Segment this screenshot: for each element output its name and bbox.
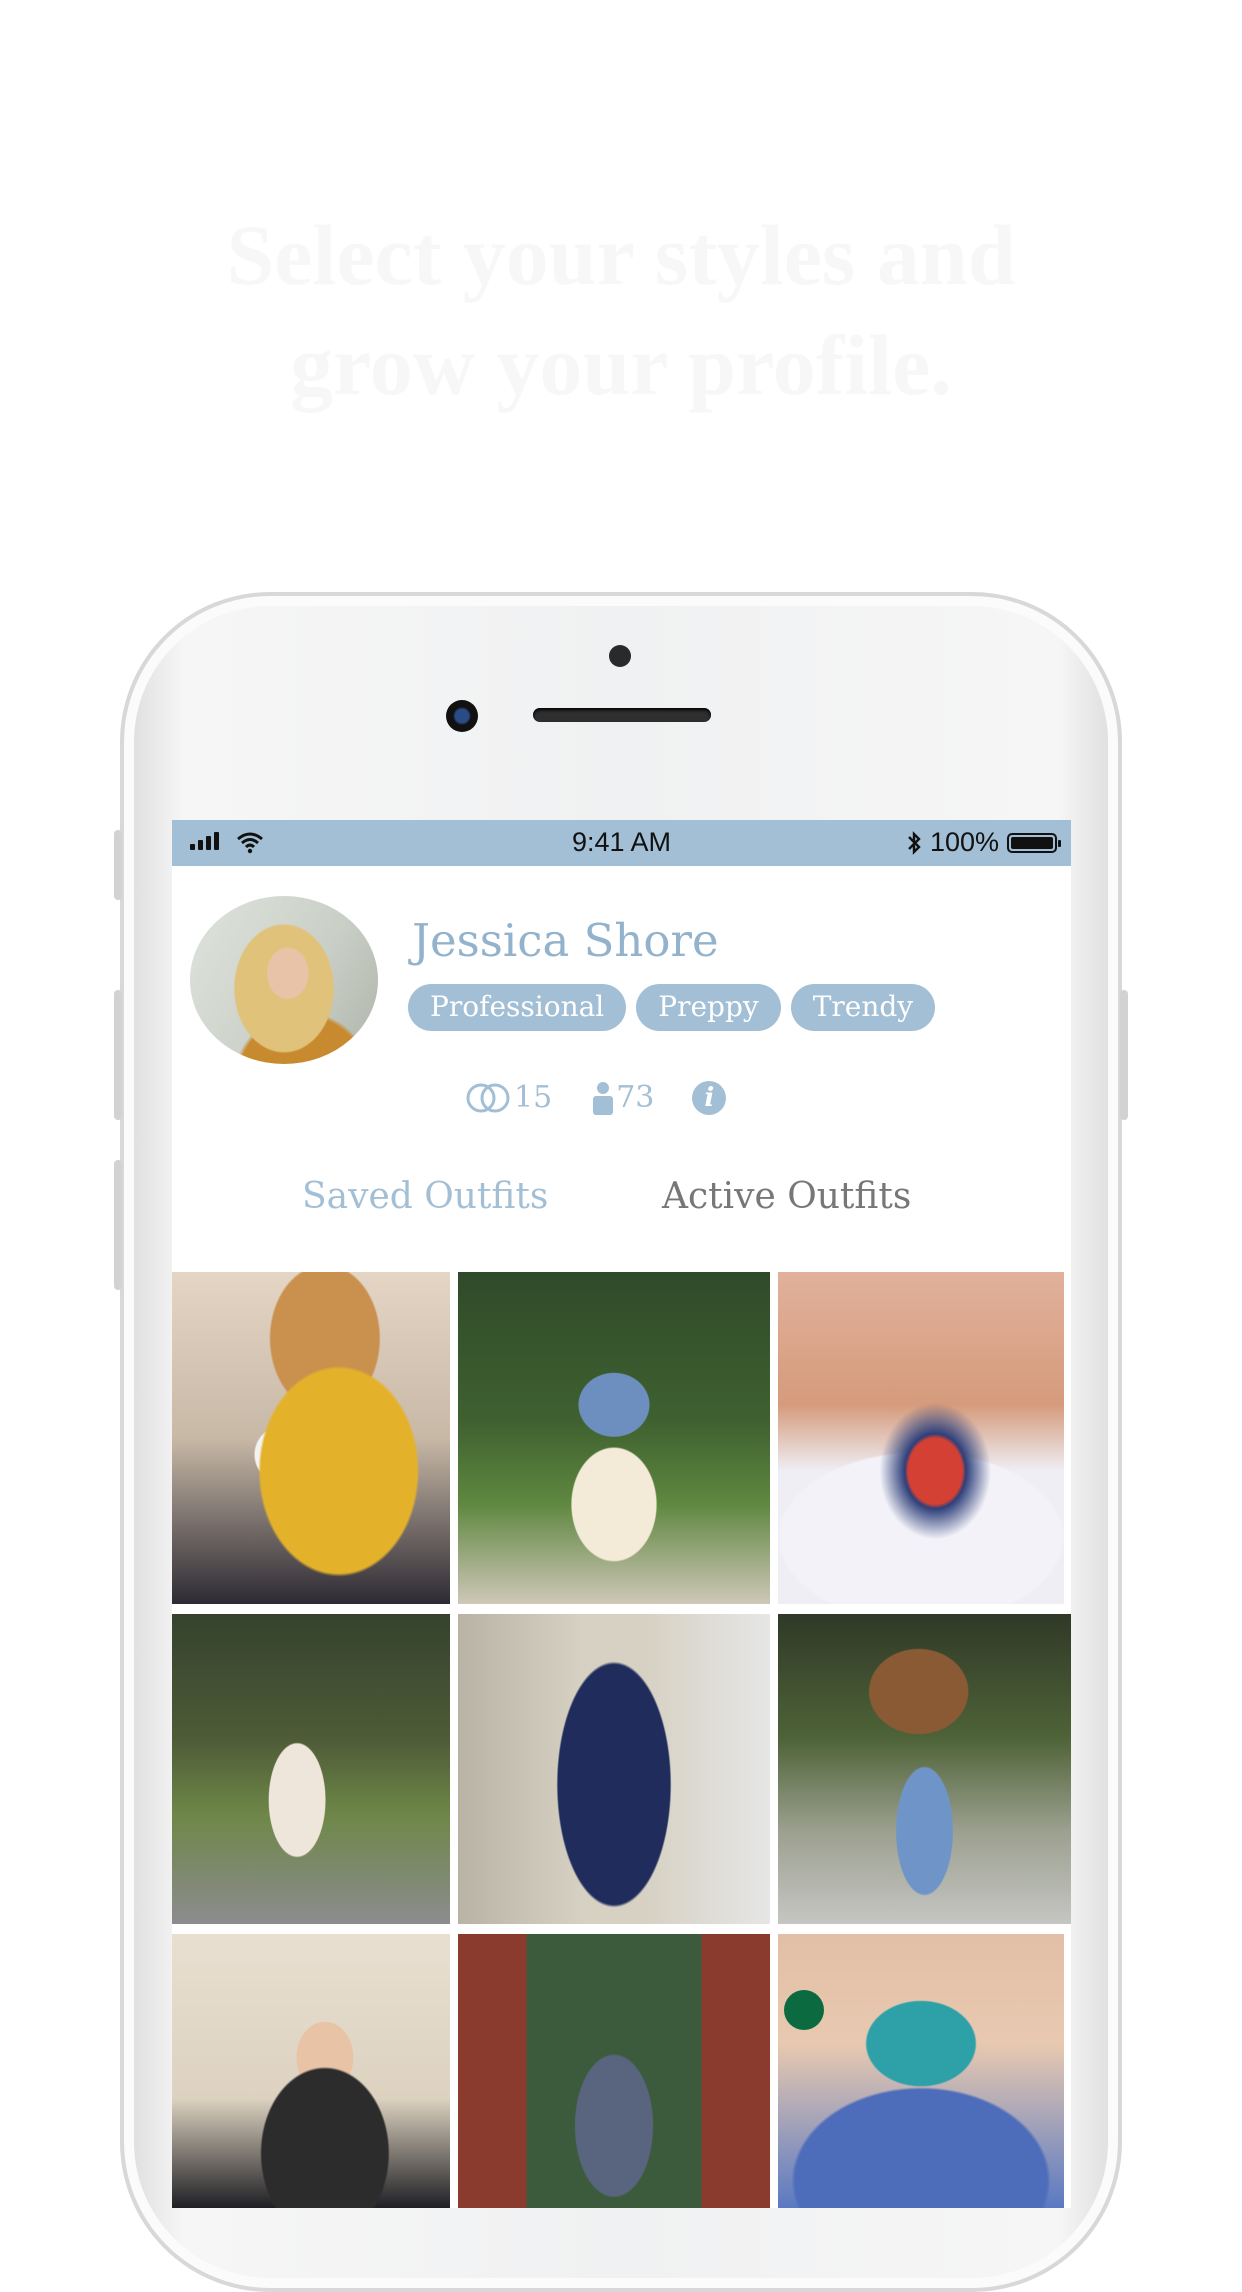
proximity-sensor [609, 645, 631, 667]
info-icon[interactable]: i [692, 1080, 727, 1115]
app-screen: 9:41 AM 100% Jessica Shore Professional … [172, 820, 1071, 2208]
outfit-photo[interactable] [778, 1934, 1064, 2208]
phone-volume-down-button [114, 1160, 122, 1290]
tag-preppy[interactable]: Preppy [636, 984, 781, 1031]
battery-icon [1007, 832, 1061, 853]
person-icon [593, 1081, 614, 1115]
outfit-photo[interactable] [458, 1934, 770, 2208]
outfit-photo[interactable] [172, 1614, 450, 1924]
front-camera [446, 700, 478, 732]
status-bar: 9:41 AM 100% [172, 820, 1071, 866]
tag-professional[interactable]: Professional [408, 984, 627, 1031]
profile-stats: 15 73 i [464, 1080, 727, 1115]
phone-power-button [1120, 990, 1128, 1120]
style-tags: Professional Preppy Trendy [408, 984, 936, 1031]
tab-saved-outfits[interactable]: Saved Outfits [302, 1176, 548, 1217]
outfit-photo[interactable] [172, 1934, 450, 2208]
battery-percentage: 100% [929, 827, 999, 857]
followers-stat[interactable]: 73 [590, 1080, 654, 1115]
tab-active-outfits[interactable]: Active Outfits [662, 1176, 911, 1217]
coffee-logo-icon [784, 1990, 824, 2030]
bluetooth-icon [908, 830, 921, 855]
outfit-photo[interactable] [458, 1272, 770, 1604]
outfit-photo[interactable] [172, 1272, 450, 1604]
outfit-photo[interactable] [778, 1614, 1071, 1924]
phone-volume-up-button [114, 990, 122, 1120]
followers-count: 73 [616, 1080, 655, 1115]
rings-icon [466, 1083, 510, 1112]
avatar[interactable] [190, 896, 378, 1064]
outfit-photo[interactable] [778, 1272, 1064, 1604]
outfits-count: 15 [514, 1080, 553, 1115]
profile-name: Jessica Shore [412, 914, 719, 967]
earpiece-speaker [533, 708, 711, 722]
tag-trendy[interactable]: Trendy [790, 984, 936, 1031]
phone-mute-switch [114, 830, 122, 900]
headline-line-1: Select your styles and [226, 207, 1016, 303]
headline: Select your styles and grow your profile… [0, 200, 1242, 420]
headline-line-2: grow your profile. [290, 317, 952, 413]
outfits-stat[interactable]: 15 [464, 1080, 552, 1115]
outfit-photo[interactable] [458, 1614, 770, 1924]
